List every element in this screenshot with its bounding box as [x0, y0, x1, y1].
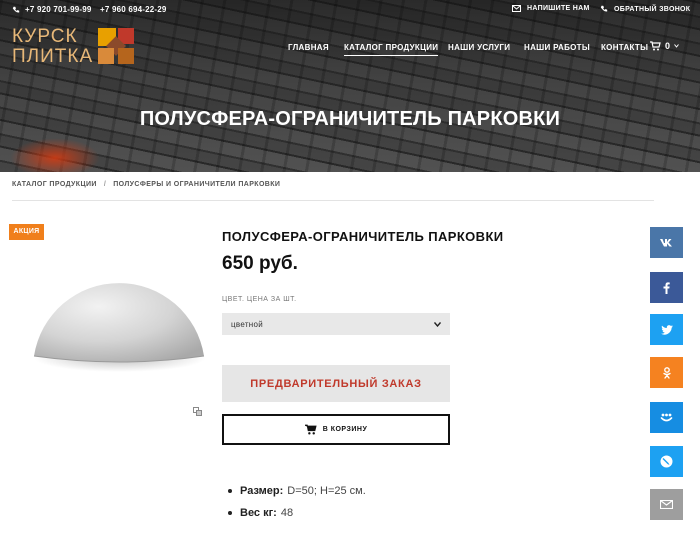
cart-button[interactable]: 0 [650, 41, 679, 51]
spec-size: Размер: D=50; H=25 см. [228, 484, 366, 498]
sale-badge: АКЦИЯ [9, 224, 44, 240]
nav-home[interactable]: ГЛАВНАЯ [288, 43, 329, 52]
logo-line-1: КУРСК [12, 26, 78, 47]
nav-contacts[interactable]: КОНТАКТЫ [601, 43, 648, 52]
bullet [228, 489, 232, 493]
phone-icon [12, 6, 20, 13]
breadcrumb-category[interactable]: ПОЛУСФЕРЫ И ОГРАНИЧИТЕЛИ ПАРКОВКИ [113, 181, 280, 188]
callback-phone-icon [600, 5, 608, 12]
product-title: ПОЛУСФЕРА-ОГРАНИЧИТЕЛЬ ПАРКОВКИ [222, 229, 504, 244]
share-odnoklassniki-button[interactable] [650, 357, 683, 388]
bullet [228, 511, 232, 515]
callback-label: ОБРАТНЫЙ ЗВОНОК [614, 5, 691, 13]
logo-line-2: ПЛИТКА [12, 46, 94, 67]
site-logo[interactable]: КУРСК ПЛИТКА [12, 26, 134, 67]
hero-glow [10, 138, 100, 172]
share-vk-button[interactable] [650, 227, 683, 258]
add-to-cart-button[interactable]: В КОРЗИНУ [222, 414, 450, 445]
mail-icon [512, 5, 521, 12]
vk-icon [659, 239, 672, 247]
nav-catalog[interactable]: КАТАЛОГ ПРОДУКЦИИ [344, 43, 439, 56]
option-label: ЦВЕТ. ЦЕНА ЗА ШТ. [222, 296, 297, 303]
nav-services[interactable]: НАШИ УСЛУГИ [448, 43, 510, 52]
preorder-button[interactable]: ПРЕДВАРИТЕЛЬНЫЙ ЗАКАЗ [222, 365, 450, 402]
chevron-down-icon [434, 321, 441, 327]
spec-size-value: D=50; H=25 см. [287, 485, 366, 497]
phone-1[interactable]: +7 920 701-99-99 [12, 5, 92, 14]
product-image[interactable] [28, 252, 208, 377]
breadcrumb: КАТАЛОГ ПРОДУКЦИИ / ПОЛУСФЕРЫ И ОГРАНИЧИ… [12, 181, 280, 188]
color-select[interactable]: цветной [222, 313, 450, 335]
spec-size-label: Размер: [240, 485, 284, 497]
moimir-icon [660, 413, 673, 422]
odnoklassniki-icon [662, 366, 671, 379]
email-icon [660, 500, 673, 509]
page-title: ПОЛУСФЕРА-ОГРАНИЧИТЕЛЬ ПАРКОВКИ [139, 108, 561, 130]
phone-2-label: +7 960 694-22-29 [100, 5, 167, 14]
spec-weight-label: Вес кг: [240, 507, 277, 519]
top-bar: +7 920 701-99-99 +7 960 694-22-29 НАПИШИ… [0, 0, 700, 20]
cart-count: 0 [665, 41, 671, 51]
breadcrumb-separator: / [103, 181, 107, 188]
logo-mark-icon [98, 28, 134, 64]
nav-works[interactable]: НАШИ РАБОТЫ [524, 43, 590, 52]
color-select-value: цветной [231, 319, 264, 329]
cart-icon [650, 41, 661, 51]
product-price: 650 руб. [222, 253, 298, 274]
divider [12, 200, 654, 201]
twitter-icon [660, 324, 673, 335]
livejournal-icon [660, 455, 673, 468]
share-moimir-button[interactable] [650, 402, 683, 433]
phone-2[interactable]: +7 960 694-22-29 [100, 5, 167, 14]
add-to-cart-label: В КОРЗИНУ [322, 426, 368, 433]
callback-link[interactable]: ОБРАТНЫЙ ЗВОНОК [600, 5, 690, 13]
spec-weight: Вес кг: 48 [228, 506, 366, 520]
chevron-down-icon [674, 44, 679, 48]
spec-weight-value: 48 [280, 507, 294, 519]
facebook-icon [663, 281, 670, 294]
zoom-icon[interactable] [193, 407, 202, 416]
product-specs: Размер: D=50; H=25 см. Вес кг: 48 [228, 484, 366, 528]
share-email-button[interactable] [650, 489, 683, 520]
share-twitter-button[interactable] [650, 314, 683, 345]
phone-1-label: +7 920 701-99-99 [25, 5, 92, 14]
cart-icon [304, 424, 317, 435]
share-livejournal-button[interactable] [650, 446, 683, 477]
share-facebook-button[interactable] [650, 272, 683, 303]
breadcrumb-catalog[interactable]: КАТАЛОГ ПРОДУКЦИИ [12, 181, 97, 188]
write-us-link[interactable]: НАПИШИТЕ НАМ [512, 5, 590, 12]
write-us-label: НАПИШИТЕ НАМ [527, 5, 590, 12]
